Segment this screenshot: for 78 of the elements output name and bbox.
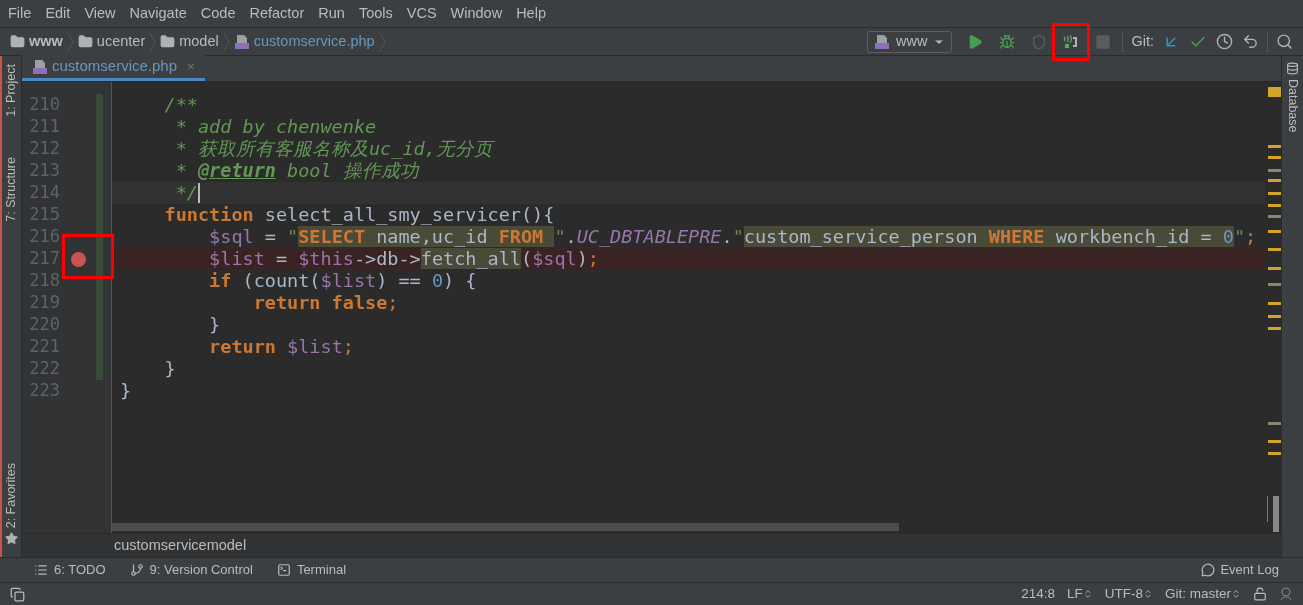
breadcrumb-item[interactable]: www xyxy=(10,30,63,53)
code-breadcrumb[interactable]: customservicemodel xyxy=(114,534,247,557)
tool-window-label: Database xyxy=(1284,79,1301,133)
terminal-icon xyxy=(276,563,291,577)
code-line: function select_all_smy_servicer(){ xyxy=(163,204,555,226)
stop-icon xyxy=(1095,33,1112,50)
menu-item[interactable]: Refactor xyxy=(249,2,305,25)
menu-item[interactable]: View xyxy=(84,2,116,25)
folder-icon xyxy=(160,34,176,49)
menu-item[interactable]: Navigate xyxy=(129,2,187,25)
menu-item[interactable]: File xyxy=(8,2,32,25)
breadcrumb-item[interactable]: customservice.php xyxy=(233,30,375,53)
git-label: Git: xyxy=(1131,31,1154,51)
php-file-icon xyxy=(874,33,890,50)
chevron-icon xyxy=(66,31,74,52)
cursor-position[interactable]: 214:8 xyxy=(1021,583,1055,605)
code-line: } xyxy=(163,358,176,380)
shield-icon xyxy=(1031,33,1048,50)
tool-window-tab[interactable]: 2: Favorites xyxy=(2,462,21,528)
chevron-icon xyxy=(378,31,386,52)
message-icon xyxy=(1201,563,1216,577)
breadcrumb-item[interactable]: ucenter xyxy=(77,30,146,53)
updown-icon xyxy=(1082,589,1093,599)
tool-window-tab[interactable]: 7: Structure xyxy=(2,156,21,222)
php-file-icon xyxy=(233,33,250,50)
tool-window-tab[interactable]: Database xyxy=(1283,62,1302,133)
code-line: $list = $this->db->fetch_all($sql); xyxy=(208,248,599,270)
code-line: } xyxy=(208,314,221,336)
menu-item[interactable]: Code xyxy=(200,2,236,25)
folder-icon xyxy=(77,34,93,49)
encoding[interactable]: UTF-8 xyxy=(1104,583,1153,605)
code-line: /** xyxy=(163,94,198,116)
panels-icon[interactable] xyxy=(10,586,25,602)
menu-item[interactable]: Tools xyxy=(358,2,393,25)
breadcrumb-item[interactable]: model xyxy=(160,30,219,53)
php-file-icon xyxy=(32,58,48,75)
branch-icon xyxy=(129,563,144,577)
menu-item[interactable]: Edit xyxy=(45,2,71,25)
event-log-button[interactable]: Event Log xyxy=(1201,560,1279,580)
code-line: return $list; xyxy=(208,336,354,358)
star-icon xyxy=(5,532,18,545)
run-icon xyxy=(967,33,984,50)
code-line: if (count($list) == 0) { xyxy=(208,270,477,292)
menu-item[interactable]: Window xyxy=(450,2,503,25)
menu-item[interactable]: Run xyxy=(318,2,345,25)
chevron-icon xyxy=(149,31,157,52)
code-line: */ xyxy=(174,182,198,204)
code-line: * add by chenwenke xyxy=(174,116,377,138)
code-line: return false; xyxy=(252,292,399,314)
chevron-icon xyxy=(222,31,230,52)
line-separator[interactable]: LF xyxy=(1066,583,1093,605)
tab-label: customservice.php xyxy=(52,56,178,77)
code-line: * @return bool 操作成功 xyxy=(174,160,419,182)
tool-window-button[interactable]: 6: TODO xyxy=(34,560,106,580)
menu-item[interactable]: Help xyxy=(516,2,546,25)
history-icon[interactable] xyxy=(1216,33,1233,50)
debug-icon xyxy=(999,33,1016,50)
inspector-icon[interactable] xyxy=(1279,587,1293,601)
text-cursor xyxy=(197,183,200,203)
run-config-dropdown[interactable]: www xyxy=(867,30,953,53)
code-line: * 获取所有客服名称及uc_id,无分页 xyxy=(174,138,493,160)
git-branch[interactable]: Git: master xyxy=(1165,583,1241,605)
lock-icon[interactable] xyxy=(1253,587,1267,601)
list-icon xyxy=(34,563,48,577)
search-icon[interactable] xyxy=(1276,33,1293,50)
menu-item[interactable]: VCS xyxy=(406,2,437,25)
folder-icon xyxy=(10,34,25,49)
database-icon xyxy=(1286,62,1299,75)
tool-window-button[interactable]: 9: Version Control xyxy=(129,560,253,580)
tool-window-button[interactable]: Terminal xyxy=(276,560,346,580)
updown-icon xyxy=(1143,589,1153,599)
undo-icon[interactable] xyxy=(1242,33,1259,50)
code-line: } xyxy=(120,380,132,402)
tool-window-tab[interactable]: 1: Project xyxy=(2,64,21,117)
editor-tab[interactable]: customservice.php × xyxy=(22,55,205,81)
code-line: $sql = "SELECT name,uc_id FROM ".UC_DBTABLEPRE."custom_service_person WHERE workbench_id = 0"; xyxy=(208,226,1257,248)
horizontal-scrollbar[interactable] xyxy=(112,523,899,531)
updown-icon xyxy=(1231,589,1241,599)
